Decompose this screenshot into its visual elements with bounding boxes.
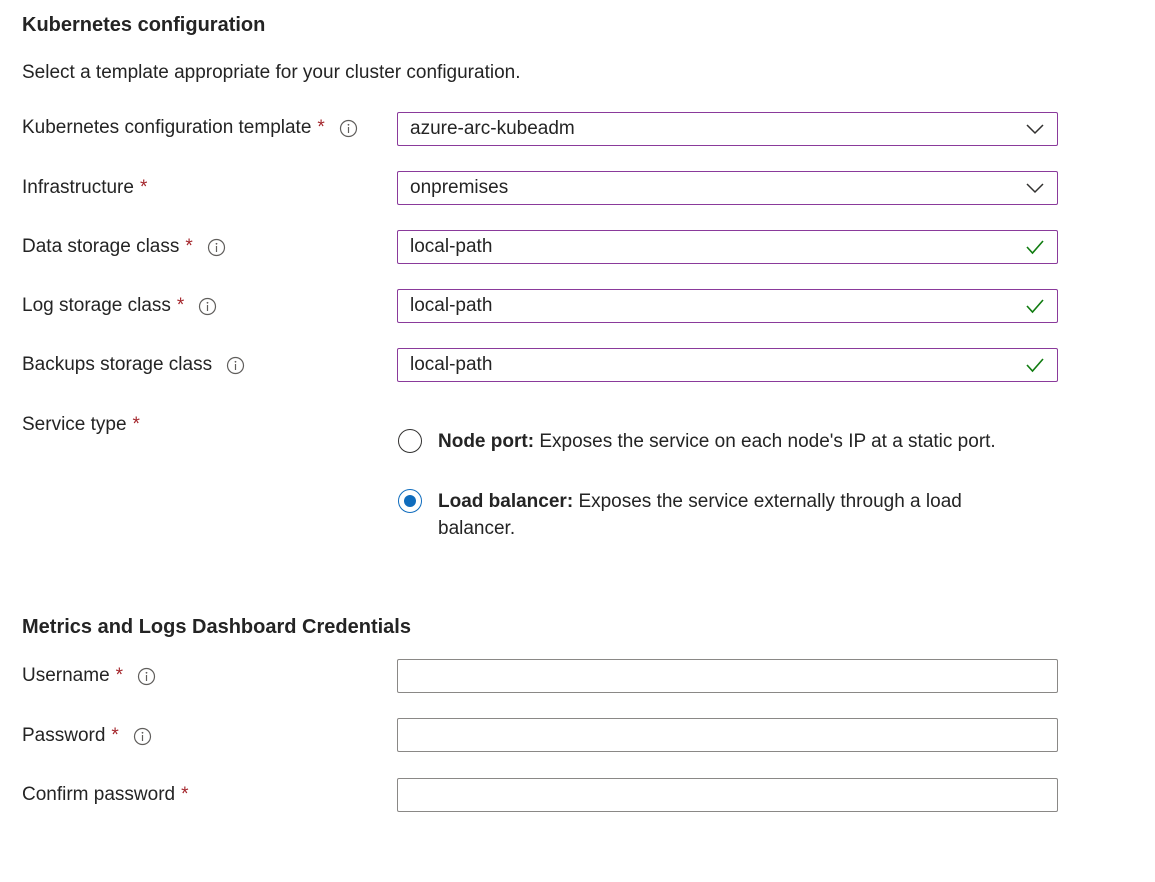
info-icon[interactable]: [226, 356, 245, 375]
username-label: Username *: [22, 665, 156, 687]
infrastructure-label-text: Infrastructure: [22, 177, 134, 198]
data-storage-label-text: Data storage class: [22, 236, 180, 257]
radio-button-load-balancer[interactable]: [398, 489, 422, 513]
backups-storage-label: Backups storage class: [22, 354, 245, 376]
template-label: Kubernetes configuration template *: [22, 117, 358, 139]
template-dropdown-value: azure-arc-kubeadm: [410, 118, 575, 139]
radio-description-node-port: Exposes the service on each node's IP at…: [539, 431, 996, 452]
template-label-text: Kubernetes configuration template: [22, 117, 312, 138]
data-storage-value: local-path: [410, 236, 493, 257]
required-asterisk: *: [185, 236, 193, 257]
checkmark-icon: [1025, 237, 1045, 257]
section-title-kubernetes: Kubernetes configuration: [22, 14, 266, 36]
password-label-text: Password: [22, 725, 106, 746]
required-asterisk: *: [115, 665, 124, 686]
backups-storage-label-text: Backups storage class: [22, 354, 213, 375]
backups-storage-input[interactable]: local-path: [397, 348, 1058, 382]
radio-description-load-balancer-line2: balancer.: [438, 518, 516, 539]
required-asterisk: *: [132, 414, 140, 435]
username-label-text: Username: [22, 665, 110, 686]
template-dropdown[interactable]: azure-arc-kubeadm: [397, 112, 1058, 146]
service-type-label: Service type *: [22, 414, 140, 436]
checkmark-icon: [1025, 355, 1045, 375]
info-icon[interactable]: [198, 297, 217, 316]
data-storage-label: Data storage class *: [22, 236, 226, 258]
log-storage-value: local-path: [410, 295, 493, 316]
required-asterisk: *: [317, 117, 325, 138]
radio-label-load-balancer: Load balancer: Exposes the service exter…: [438, 488, 962, 542]
required-asterisk: *: [139, 177, 148, 198]
password-label: Password *: [22, 725, 152, 747]
username-input[interactable]: [397, 659, 1058, 693]
radio-title-load-balancer: Load balancer:: [438, 491, 574, 512]
chevron-down-icon: [1025, 178, 1045, 198]
info-icon[interactable]: [207, 238, 226, 257]
radio-option-node-port[interactable]: Node port: Exposes the service on each n…: [398, 428, 996, 455]
info-icon[interactable]: [339, 119, 358, 138]
section-title-credentials: Metrics and Logs Dashboard Credentials: [22, 616, 411, 638]
chevron-down-icon: [1025, 119, 1045, 139]
infrastructure-label: Infrastructure *: [22, 177, 147, 199]
radio-option-load-balancer[interactable]: Load balancer: Exposes the service exter…: [398, 488, 962, 542]
radio-selected-dot: [404, 495, 416, 507]
info-icon[interactable]: [133, 727, 152, 746]
radio-button-node-port[interactable]: [398, 429, 422, 453]
log-storage-input[interactable]: local-path: [397, 289, 1058, 323]
radio-description-load-balancer: Exposes the service externally through a…: [578, 491, 962, 512]
confirm-password-label: Confirm password *: [22, 784, 189, 806]
password-input[interactable]: [397, 718, 1058, 752]
log-storage-label-text: Log storage class: [22, 295, 171, 316]
checkmark-icon: [1025, 296, 1045, 316]
infrastructure-dropdown-value: onpremises: [410, 177, 509, 198]
confirm-password-input[interactable]: [397, 778, 1058, 812]
required-asterisk: *: [176, 295, 185, 316]
confirm-password-label-text: Confirm password: [22, 784, 176, 805]
infrastructure-dropdown[interactable]: onpremises: [397, 171, 1058, 205]
required-asterisk: *: [111, 725, 119, 746]
backups-storage-value: local-path: [410, 354, 493, 375]
required-asterisk: *: [181, 784, 189, 805]
radio-title-node-port: Node port:: [438, 431, 535, 452]
data-storage-input[interactable]: local-path: [397, 230, 1058, 264]
log-storage-label: Log storage class *: [22, 295, 217, 317]
radio-label-node-port: Node port: Exposes the service on each n…: [438, 428, 996, 455]
info-icon[interactable]: [137, 667, 156, 686]
section-description: Select a template appropriate for your c…: [22, 62, 521, 83]
service-type-label-text: Service type: [22, 414, 127, 435]
